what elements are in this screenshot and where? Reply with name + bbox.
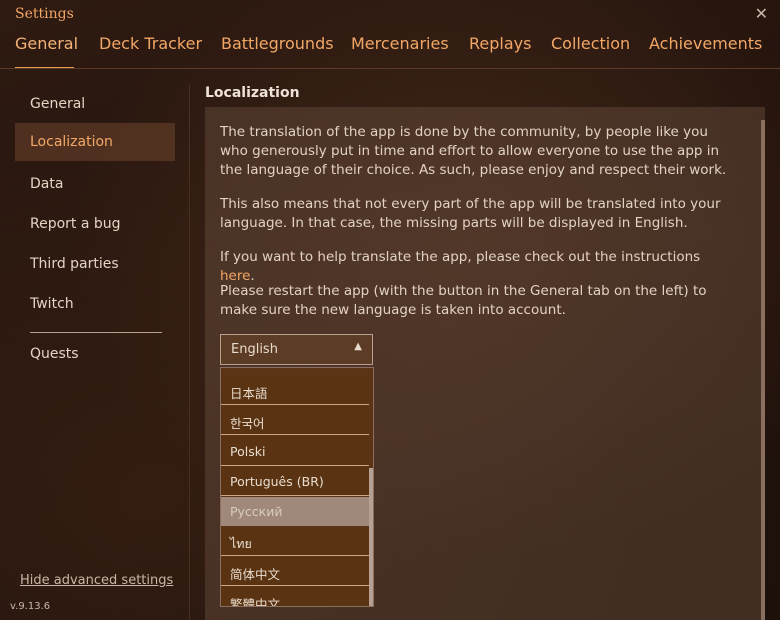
localization-panel: The translation of the app is done by th… xyxy=(205,107,765,620)
language-option-japanese[interactable]: 日本語 xyxy=(221,376,369,405)
option-label: 简体中文 xyxy=(230,567,281,582)
sidebar-item-label: Report a bug xyxy=(30,216,121,232)
paragraph-missing-parts: This also means that not every part of t… xyxy=(220,196,721,231)
app-title: Settings xyxy=(15,6,74,22)
paragraph-community: The translation of the app is done by th… xyxy=(220,124,727,178)
paragraph-restart: Please restart the app (with the button … xyxy=(220,283,707,318)
tabs-divider xyxy=(0,68,780,69)
hide-advanced-settings-link[interactable]: Hide advanced settings xyxy=(20,573,173,588)
tab-general[interactable]: General xyxy=(15,34,78,53)
sidebar-item-quests[interactable]: Quests xyxy=(15,335,175,373)
sidebar-item-label: General xyxy=(30,96,86,112)
help-translate-text: If you want to help translate the app, p… xyxy=(220,249,701,265)
caret-up-icon: ▲ xyxy=(354,341,362,352)
option-label: 繁體中文 xyxy=(230,597,281,607)
tab-achievements[interactable]: Achievements xyxy=(649,34,762,53)
sidebar-item-third-parties[interactable]: Third parties xyxy=(15,245,175,283)
sidebar-item-twitch[interactable]: Twitch xyxy=(15,285,175,323)
language-option-polish[interactable]: Polski xyxy=(221,437,369,466)
sidebar-item-label: Twitch xyxy=(30,296,74,312)
version-label: v.9.13.6 xyxy=(10,601,51,612)
sidebar-item-data[interactable]: Data xyxy=(15,165,175,203)
sidebar-item-label: Data xyxy=(30,176,64,192)
language-option-portuguese-br[interactable]: Português (BR) xyxy=(221,467,369,496)
sidebar-item-label: Quests xyxy=(30,346,79,362)
tab-deck-tracker[interactable]: Deck Tracker xyxy=(99,34,202,53)
language-option-simplified-chinese[interactable]: 简体中文 xyxy=(221,557,369,586)
language-select[interactable]: English ▲ xyxy=(220,334,373,365)
sidebar-item-report-a-bug[interactable]: Report a bug xyxy=(15,205,175,243)
tab-collection[interactable]: Collection xyxy=(551,34,630,53)
option-label: 한국어 xyxy=(230,416,265,431)
sidebar-item-general[interactable]: General xyxy=(15,85,175,123)
panel-scrollbar[interactable] xyxy=(761,120,765,620)
sidebar-divider xyxy=(30,332,162,333)
title-bar: Settings ✕ xyxy=(0,0,780,28)
sidebar-item-label: Third parties xyxy=(30,256,119,272)
option-label: ไทย xyxy=(230,536,252,551)
top-tab-bar: General Deck Tracker Battlegrounds Merce… xyxy=(0,30,780,68)
option-label: Português (BR) xyxy=(230,474,324,489)
option-label: 日本語 xyxy=(230,386,268,401)
language-option-russian[interactable]: Русский xyxy=(221,497,369,526)
tab-battlegrounds[interactable]: Battlegrounds xyxy=(221,34,334,53)
sidebar: General Localization Data Report a bug T… xyxy=(0,84,190,620)
sidebar-item-localization[interactable]: Localization xyxy=(15,123,175,161)
language-option-korean[interactable]: 한국어 xyxy=(221,406,369,435)
option-label: Polski xyxy=(230,444,266,459)
option-label: Русский xyxy=(230,504,283,519)
tab-replays[interactable]: Replays xyxy=(469,34,531,53)
language-select-value: English xyxy=(231,342,278,357)
tab-mercenaries[interactable]: Mercenaries xyxy=(351,34,449,53)
section-title: Localization xyxy=(205,85,300,101)
close-icon[interactable]: ✕ xyxy=(755,4,768,23)
dropdown-scrollbar[interactable] xyxy=(369,468,373,606)
sidebar-vertical-divider xyxy=(189,84,190,620)
language-option-thai[interactable]: ไทย xyxy=(221,527,369,556)
language-dropdown-list[interactable]: 日本語 한국어 Polski Português (BR) Русский ไท… xyxy=(220,367,374,607)
language-option-traditional-chinese[interactable]: 繁體中文 xyxy=(221,587,369,607)
sidebar-item-label: Localization xyxy=(30,134,113,150)
paragraph-help-translate: If you want to help translate the app, p… xyxy=(220,248,735,286)
